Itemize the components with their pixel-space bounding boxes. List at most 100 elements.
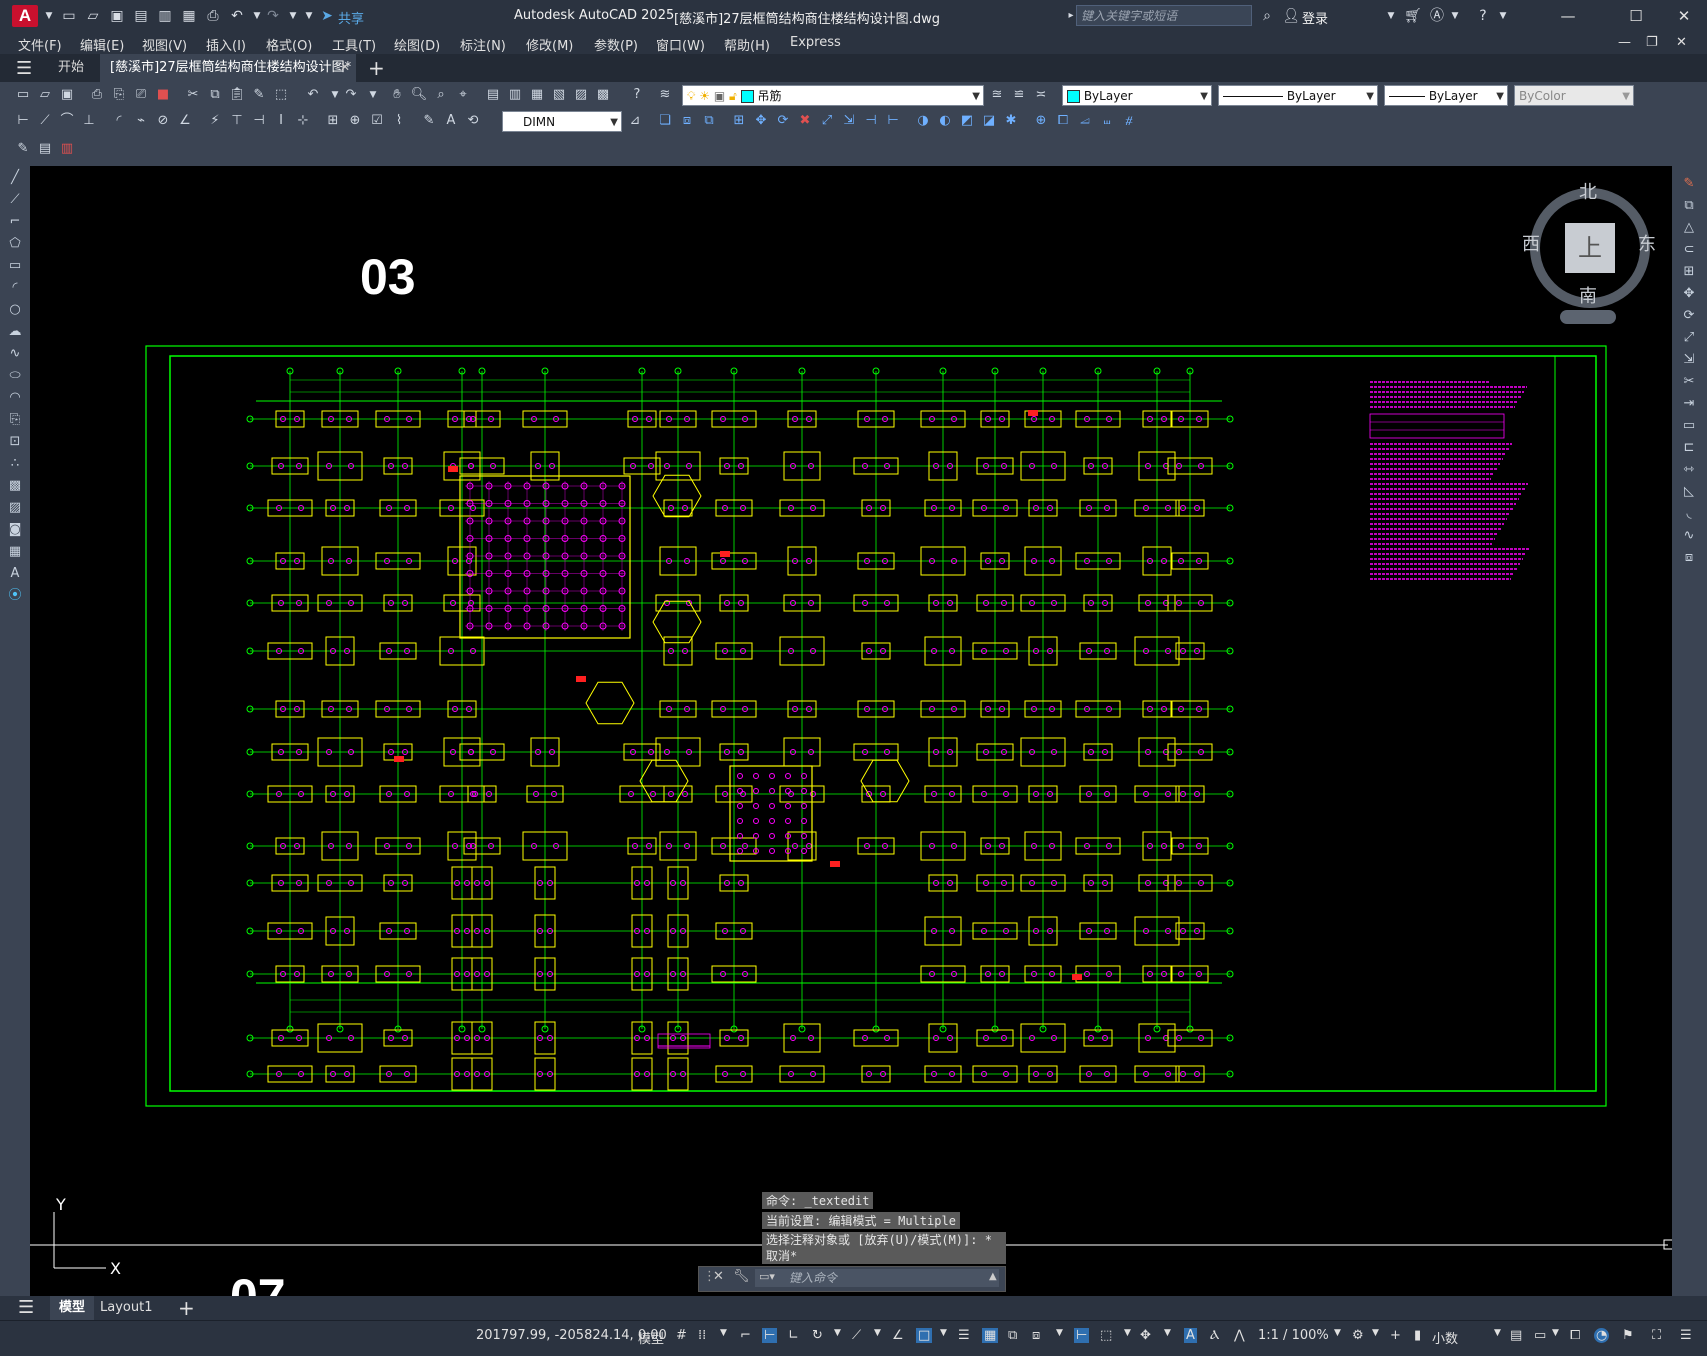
cut-icon[interactable]: ✂ [184, 86, 202, 104]
viewcube-west[interactable]: 西 [1522, 230, 1540, 256]
dim-style-manager-icon[interactable]: ⊿ [626, 112, 644, 130]
isodraft-dropdown-icon[interactable]: ▼ [874, 1328, 881, 1338]
menu-file[interactable]: 文件(F) [18, 35, 62, 54]
selection-filter-icon[interactable]: ⬚ [1100, 1328, 1112, 1343]
properties-icon[interactable]: ▤ [484, 86, 502, 104]
dim-break-icon[interactable]: ⊹ [294, 112, 312, 130]
mirror-icon[interactable]: ⧈ [678, 112, 696, 130]
copy-tb-icon[interactable]: ❏ [656, 112, 674, 130]
object-snap-icon[interactable]: □ [916, 1328, 933, 1343]
structural-plan-drawing[interactable]: Y X 03 07 [30, 166, 1672, 1296]
search-icon[interactable]: ⌕ [1258, 7, 1276, 25]
chamfer-icon[interactable]: ◩ [958, 112, 976, 130]
tab-layout1[interactable]: Layout1 [100, 1300, 152, 1315]
command-input[interactable]: 键入命令 [755, 1269, 999, 1287]
search-input[interactable]: 键入关键字或短语 [1076, 5, 1252, 26]
menu-draw[interactable]: 绘图(D) [394, 35, 440, 54]
rectangle-icon[interactable]: ▭ [5, 256, 25, 276]
viewcube-face[interactable]: 上 [1565, 223, 1615, 273]
dim-angular-icon[interactable]: ∠ [176, 112, 194, 130]
erase-side-icon[interactable]: ✎ [1679, 174, 1699, 194]
close-icon[interactable]: ✕ [1664, 4, 1704, 28]
ellipse-icon[interactable]: ⬭ [5, 366, 25, 386]
plotstyle-dropdown[interactable]: ByColor ▼ [1514, 85, 1634, 106]
polygon-icon[interactable]: ⬠ [5, 234, 25, 254]
draw-order-icon[interactable]: ⧢ [1098, 112, 1116, 130]
dim-diameter-icon[interactable]: ⊘ [154, 112, 172, 130]
lock-ui-dropdown-icon[interactable]: ▼ [1552, 1328, 1559, 1338]
open-web-icon[interactable]: ▥ [156, 7, 174, 25]
ungroup-icon[interactable]: ⧡ [1076, 112, 1094, 130]
offset-icon[interactable]: ⧉ [700, 112, 718, 130]
redo-tb-icon[interactable]: ↷ [342, 86, 360, 104]
tolerance-icon[interactable]: ⊞ [324, 112, 342, 130]
tool-palettes-icon[interactable]: ▦ [528, 86, 546, 104]
customize-qat-icon[interactable]: ▼ [300, 7, 318, 25]
new-layout-icon[interactable]: + [178, 1296, 195, 1320]
fillet-side-icon[interactable]: ◟ [1679, 504, 1699, 524]
construction-line-icon[interactable]: ⟋ [5, 190, 25, 210]
polar-tracking-icon[interactable]: ↻ [812, 1328, 823, 1343]
menu-express[interactable]: Express [790, 35, 841, 50]
polyline-icon[interactable]: ⌐ [5, 212, 25, 232]
menu-edit[interactable]: 编辑(E) [80, 35, 124, 54]
doc-restore-icon[interactable]: ❐ [1646, 35, 1658, 50]
menu-dimension[interactable]: 标注(N) [460, 35, 506, 54]
fullscreen-icon[interactable]: ⛶ [1652, 1328, 1661, 1343]
units-value[interactable]: 小数 [1432, 1328, 1458, 1347]
revcloud-icon[interactable]: ☁ [5, 322, 25, 342]
layer-properties-icon[interactable]: ≋ [656, 86, 674, 104]
zoom-window-icon[interactable]: ⌕ [432, 86, 450, 104]
layer-previous-icon[interactable]: ≌ [1010, 86, 1028, 104]
menu-view[interactable]: 视图(V) [142, 35, 187, 54]
tab-close-icon[interactable]: ✕ [340, 60, 350, 74]
undo-tb-icon[interactable]: ↶ [304, 86, 322, 104]
new-tab-icon[interactable]: + [368, 56, 385, 80]
line-icon[interactable]: ╱ [5, 168, 25, 188]
quick-dim-icon[interactable]: ⚡︎ [206, 112, 224, 130]
workspace-dropdown-icon[interactable]: ▼ [1372, 1328, 1379, 1338]
transparency-icon[interactable]: ▦ [982, 1328, 999, 1343]
markup-icon[interactable]: ▨ [572, 86, 590, 104]
maximize-icon[interactable]: ☐ [1616, 4, 1656, 28]
gizmo-dropdown-icon[interactable]: ▼ [1164, 1328, 1171, 1338]
login-dropdown-icon[interactable]: ▼ [1382, 7, 1400, 25]
3d-osnap-icon[interactable]: ⧈ [1032, 1328, 1040, 1343]
menu-tools[interactable]: 工具(T) [332, 35, 376, 54]
new-file-icon[interactable]: ▭ [60, 7, 78, 25]
help-dropdown-icon[interactable]: ▼ [1494, 7, 1512, 25]
dim-ordinate-icon[interactable]: ⊥ [80, 112, 98, 130]
scale-side-icon[interactable]: ⤢ [1679, 328, 1699, 348]
break-icon[interactable]: ◑ [914, 112, 932, 130]
add-selected-icon[interactable]: ⊕ [1032, 112, 1050, 130]
trim-icon[interactable]: ⊣ [862, 112, 880, 130]
annotation-visibility-icon[interactable]: A [1184, 1328, 1197, 1343]
explode-side-icon[interactable]: ⧈ [1679, 548, 1699, 568]
arc-icon[interactable]: ◜ [5, 278, 25, 298]
plot-preview-icon[interactable]: ⎘ [110, 86, 128, 104]
snap-dropdown-icon[interactable]: ▼ [720, 1328, 727, 1338]
3d-osnap-dropdown-icon[interactable]: ▼ [1056, 1328, 1063, 1338]
linetype-dropdown[interactable]: ByLayer ▼ [1218, 85, 1378, 106]
tab-model[interactable]: 模型 [50, 1296, 94, 1320]
quick-properties-icon[interactable]: ▤ [1510, 1328, 1522, 1343]
zoom-previous-icon[interactable]: ⌖ [454, 86, 472, 104]
block-editor-icon[interactable]: ⬚ [272, 86, 290, 104]
move-tb-icon[interactable]: ✥ [752, 112, 770, 130]
calculator-icon[interactable]: ▩ [594, 86, 612, 104]
add-selected-draw-icon[interactable]: ⦿ [5, 586, 25, 606]
tab-start[interactable]: 开始 [48, 54, 94, 82]
command-history-toggle-icon[interactable]: ▲ [989, 1271, 997, 1282]
snap-icon[interactable]: ⁞⁞ [698, 1328, 706, 1343]
point-icon[interactable]: ∴ [5, 454, 25, 474]
make-current-layer-icon[interactable]: ≊ [988, 86, 1006, 104]
table-icon[interactable]: ▦ [5, 542, 25, 562]
annotation-scale-dropdown-icon[interactable]: ▼ [1334, 1328, 1341, 1338]
dim-text-edit-icon[interactable]: A [442, 112, 460, 130]
app-menu-chevron-icon[interactable]: ▼ [40, 7, 58, 25]
3d-print-icon[interactable]: ■ [154, 86, 172, 104]
move-side-icon[interactable]: ✥ [1679, 284, 1699, 304]
dynamic-ucs-icon[interactable]: ⊢ [1074, 1328, 1090, 1343]
menu-modify[interactable]: 修改(M) [526, 35, 573, 54]
menu-help[interactable]: 帮助(H) [724, 35, 770, 54]
